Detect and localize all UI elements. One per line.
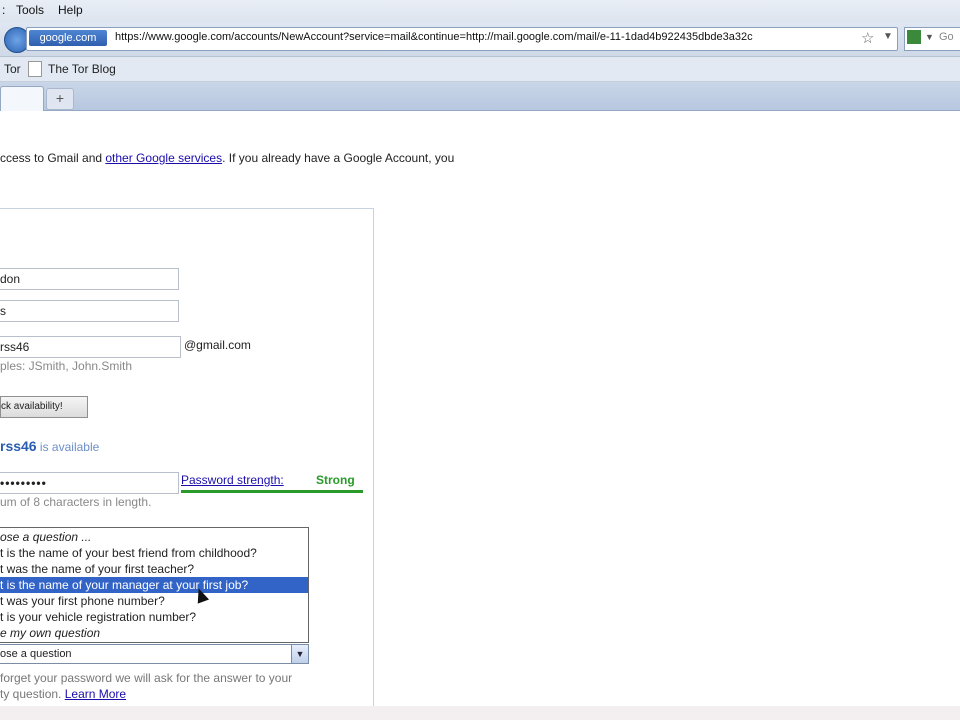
site-identity-badge[interactable]: google.com (29, 30, 107, 46)
login-name-hint: ples: JSmith, John.Smith (0, 359, 133, 373)
google-logo-icon (907, 30, 921, 44)
login-name-input[interactable]: rss46 (0, 336, 181, 358)
dropdown-option[interactable]: t was your first phone number? (0, 593, 308, 609)
security-question-help: forget your password we will ask for the… (0, 670, 330, 702)
page-icon (28, 61, 42, 77)
search-engine-label: Go (939, 31, 954, 43)
password-strength-link[interactable]: Password strength: (181, 473, 284, 487)
availability-message: rss46 is available (0, 438, 99, 454)
security-question-select[interactable]: ose a question ▼ (0, 644, 309, 664)
bookmarks-toolbar: Tor The Tor Blog (0, 57, 960, 82)
select-current-value: ose a question (0, 648, 72, 660)
bookmark-tor[interactable]: Tor (4, 62, 21, 76)
dropdown-option[interactable]: ose a question ... (0, 529, 308, 545)
chevron-down-icon[interactable]: ▼ (925, 32, 934, 42)
gmail-domain-suffix: @gmail.com (184, 338, 251, 352)
check-availability-button[interactable]: ck availability! (0, 396, 88, 418)
menu-item-edit[interactable]: : (2, 3, 5, 17)
chevron-down-icon[interactable]: ▼ (883, 31, 893, 42)
learn-more-link[interactable]: Learn More (65, 687, 126, 701)
menu-bar: : Tools Help (0, 0, 960, 22)
dropdown-option[interactable]: t is the name of your best friend from c… (0, 545, 308, 561)
intro-text-start: ccess to Gmail and (0, 151, 106, 165)
password-length-hint: um of 8 characters in length. (0, 495, 152, 509)
help-text-line1: forget your password we will ask for the… (0, 671, 293, 685)
dropdown-option[interactable]: e my own question (0, 625, 308, 641)
bookmark-star-icon[interactable]: ☆ (861, 29, 874, 47)
bookmark-tor-blog[interactable]: The Tor Blog (48, 62, 116, 76)
chevron-down-icon[interactable]: ▼ (291, 645, 308, 663)
other-services-link[interactable]: other Google services (105, 151, 222, 165)
address-bar[interactable]: google.com https://www.google.com/accoun… (26, 27, 898, 51)
menu-item-tools[interactable]: Tools (16, 3, 44, 17)
search-bar[interactable]: ▼ Go (904, 27, 960, 51)
intro-text-end: . If you already have a Google Account, … (222, 151, 455, 165)
tab-active[interactable] (0, 86, 44, 111)
security-question-dropdown-list[interactable]: ose a question ... t is the name of your… (0, 527, 309, 643)
dropdown-option[interactable]: t was the name of your first teacher? (0, 561, 308, 577)
password-strength-value: Strong (316, 473, 355, 487)
password-strength-bar (181, 490, 363, 493)
tab-strip: + (0, 82, 960, 111)
navigation-toolbar: google.com https://www.google.com/accoun… (0, 22, 960, 57)
last-name-input[interactable]: s (0, 300, 179, 322)
intro-text: ccess to Gmail and other Google services… (0, 151, 454, 165)
menu-item-help[interactable]: Help (58, 3, 83, 17)
help-text-line2: ty question. (0, 687, 65, 701)
dropdown-option-selected[interactable]: t is the name of your manager at your fi… (0, 577, 308, 593)
dropdown-option[interactable]: t is your vehicle registration number? (0, 609, 308, 625)
available-username: rss46 (0, 438, 37, 454)
password-input[interactable]: ••••••••• (0, 472, 179, 494)
available-text: is available (36, 440, 100, 454)
url-text[interactable]: https://www.google.com/accounts/NewAccou… (115, 31, 855, 43)
status-strip (0, 706, 960, 720)
first-name-input[interactable]: don (0, 268, 179, 290)
new-tab-button[interactable]: + (46, 88, 74, 110)
